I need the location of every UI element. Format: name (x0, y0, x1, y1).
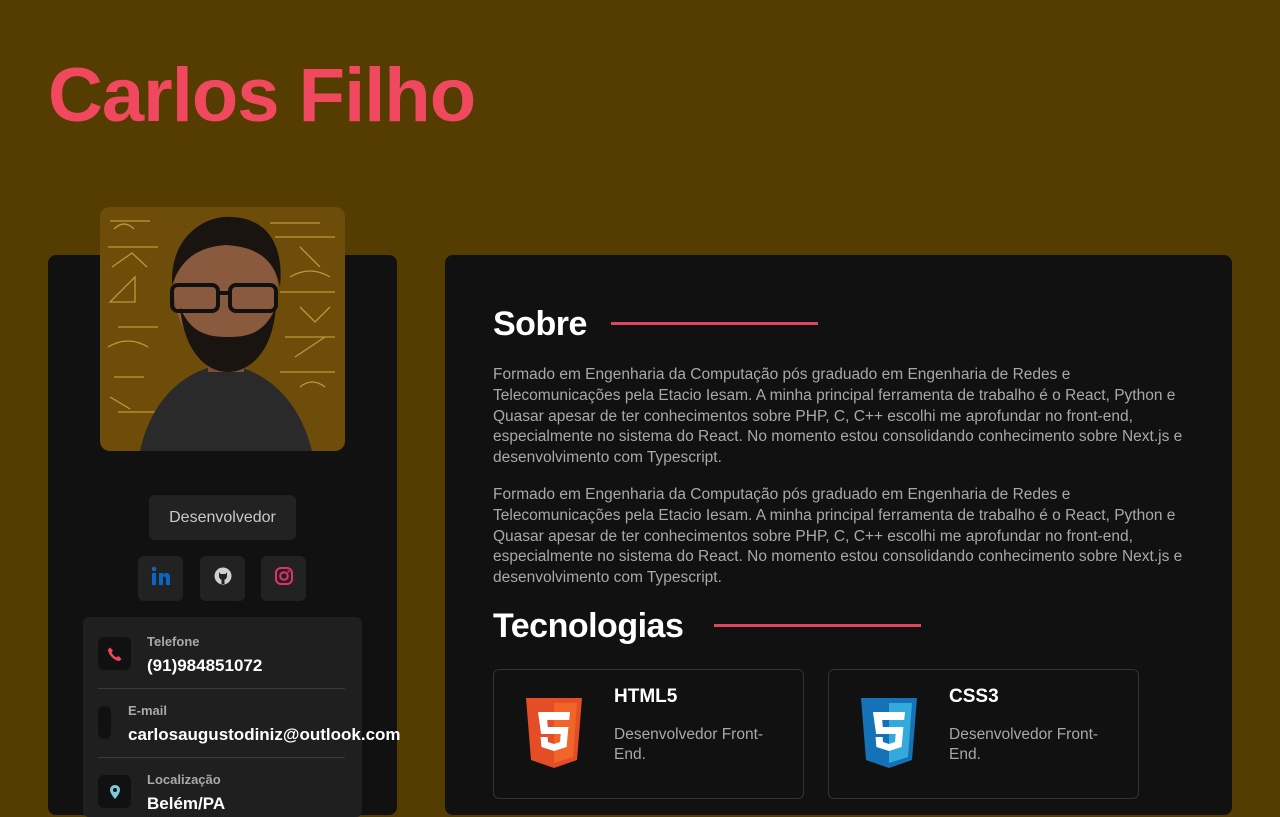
tech-card-html5: HTML5 Desenvolvedor Front-End. (493, 669, 804, 799)
github-button[interactable] (200, 556, 245, 601)
linkedin-icon (151, 566, 171, 591)
title-underline (714, 624, 921, 627)
avatar (100, 207, 345, 451)
main-panel: Sobre Formado em Engenharia da Computaçã… (445, 255, 1232, 815)
tech-description: Desenvolvedor Front-End. (614, 726, 764, 763)
instagram-icon (274, 566, 294, 591)
tech-name: CSS3 (949, 686, 999, 707)
contact-value[interactable]: carlosaugustodiniz@outlook.com (128, 725, 401, 745)
linkedin-button[interactable] (138, 556, 183, 601)
contact-label: Localização (147, 772, 221, 787)
about-paragraph: Formado em Engenharia da Computação pós … (493, 366, 1183, 467)
tech-name: HTML5 (614, 686, 678, 707)
location-pin-icon (98, 775, 131, 808)
tech-card-css3: CSS3 Desenvolvedor Front-End. (828, 669, 1139, 799)
page-title: Carlos Filho (48, 53, 476, 138)
contact-value: Belém/PA (147, 794, 226, 813)
phone-icon (98, 637, 131, 670)
section-title-about: Sobre (493, 305, 587, 343)
tech-description: Desenvolvedor Front-End. (949, 726, 1099, 763)
instagram-button[interactable] (261, 556, 306, 601)
contact-label: E-mail (128, 703, 168, 718)
contact-label: Telefone (147, 634, 200, 649)
github-icon (213, 566, 233, 591)
about-paragraph: Formado em Engenharia da Computação pós … (493, 486, 1183, 587)
role-badge: Desenvolvedor (149, 495, 296, 540)
html5-icon (522, 698, 586, 775)
contact-value: (91)984851072 (147, 656, 263, 675)
contact-card: Telefone (91)984851072 E-mail carlosaugu… (83, 617, 401, 817)
divider (98, 688, 345, 689)
mail-icon (98, 706, 111, 739)
section-title-technologies: Tecnologias (493, 607, 684, 645)
css3-icon (857, 698, 921, 775)
divider (98, 757, 345, 758)
title-underline (611, 322, 818, 325)
